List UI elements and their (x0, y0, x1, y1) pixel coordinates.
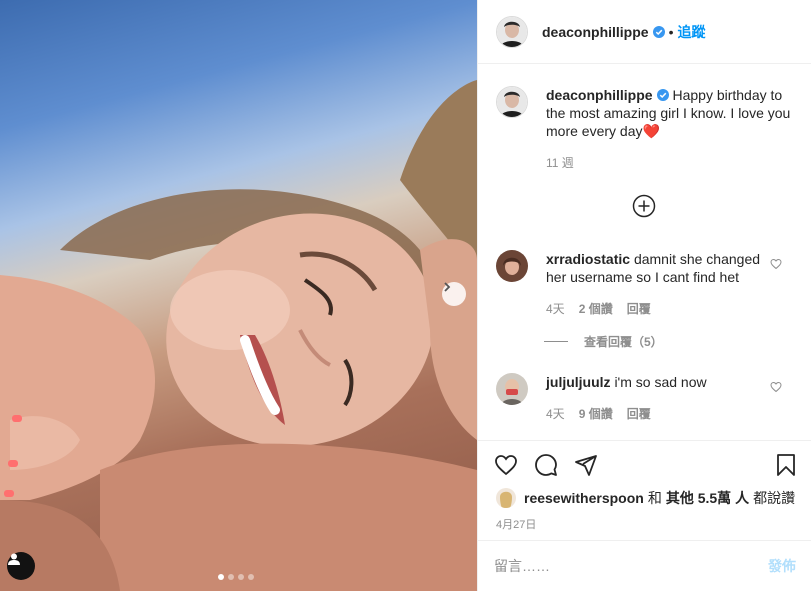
add-comment-box: 留言…… 發佈 (478, 540, 811, 591)
like-heart-icon[interactable] (494, 453, 518, 477)
comment-time[interactable]: 4天 (546, 300, 565, 318)
likes-connector: 和 (647, 490, 662, 506)
comment-input[interactable]: 留言…… (494, 556, 768, 576)
next-arrow-icon (444, 282, 451, 292)
next-image-button[interactable] (442, 282, 466, 306)
comment-time[interactable]: 4天 (546, 405, 565, 423)
likes-suffix: 都說讚 (753, 490, 796, 506)
reply-button[interactable]: 回覆 (627, 405, 651, 423)
avatar-image (497, 87, 527, 117)
comment-username[interactable]: juljuljuulz (546, 374, 611, 390)
commenter-avatar[interactable] (496, 250, 528, 282)
separator-dot: • (668, 23, 674, 40)
comment-username[interactable]: xrradiostatic (546, 251, 630, 267)
caption-username[interactable]: deaconphillippe (546, 87, 653, 103)
post-date[interactable]: 4月27日 (496, 516, 536, 532)
carousel-dot (248, 574, 254, 580)
post-details-panel: deaconphillippe • 追蹤 deaconphillippe Hap… (477, 0, 811, 591)
carousel-dot (238, 574, 244, 580)
avatar-image (496, 250, 528, 282)
comment-item: xrradiostatic damnit she changed her use… (496, 250, 796, 318)
comment-likes[interactable]: 2 個讚 (579, 300, 613, 318)
replies-divider (544, 341, 568, 342)
post-comment-button[interactable]: 發佈 (768, 556, 796, 576)
carousel-indicator (218, 574, 254, 580)
post-photo (0, 0, 477, 591)
heart-icon[interactable] (770, 258, 782, 270)
share-icon[interactable] (574, 453, 598, 477)
comment-text: i'm so sad now (614, 374, 707, 390)
heart-icon[interactable] (770, 381, 782, 393)
heart-emoji: ❤️ (642, 123, 660, 139)
view-replies-label: 查看回覆（5） (584, 335, 663, 349)
comment-icon[interactable] (534, 453, 558, 477)
comment-likes[interactable]: 9 個讚 (579, 405, 613, 423)
verified-badge-icon (652, 25, 665, 38)
caption-time[interactable]: 11 週 (546, 154, 796, 171)
save-icon[interactable] (774, 453, 798, 477)
follow-button[interactable]: 追蹤 (677, 22, 705, 42)
action-bar (478, 440, 811, 476)
commenter-avatar[interactable] (496, 373, 528, 405)
carousel-dot (218, 574, 224, 580)
tagged-users-button[interactable] (7, 552, 35, 580)
avatar-image (496, 488, 516, 508)
carousel-dot (228, 574, 234, 580)
reply-button[interactable]: 回覆 (627, 300, 651, 318)
avatar-image (497, 16, 527, 47)
author-avatar[interactable] (496, 15, 528, 48)
liker-username[interactable]: reesewitherspoon (524, 490, 644, 506)
caption-author-avatar[interactable] (496, 86, 528, 118)
load-more-comments-button[interactable] (632, 194, 656, 218)
avatar-image (496, 373, 528, 405)
post-caption: deaconphillippe Happy birthday to the mo… (496, 86, 796, 171)
author-username[interactable]: deaconphillippe (542, 24, 649, 40)
liker-avatar[interactable] (496, 488, 516, 508)
post-header: deaconphillippe • 追蹤 (478, 0, 811, 64)
user-tag-icon (8, 553, 20, 565)
likes-others-count[interactable]: 其他 5.5萬 人 (666, 488, 749, 508)
photo-illustration (0, 80, 477, 591)
view-replies-button[interactable]: 查看回覆（5） (544, 333, 663, 350)
likes-summary: reesewitherspoon 和 其他 5.5萬 人 都說讚 (496, 488, 795, 508)
verified-badge-icon (656, 89, 669, 101)
comment-item: juljuljuulz i'm so sad now 4天 9 個讚 回覆 (496, 373, 796, 423)
